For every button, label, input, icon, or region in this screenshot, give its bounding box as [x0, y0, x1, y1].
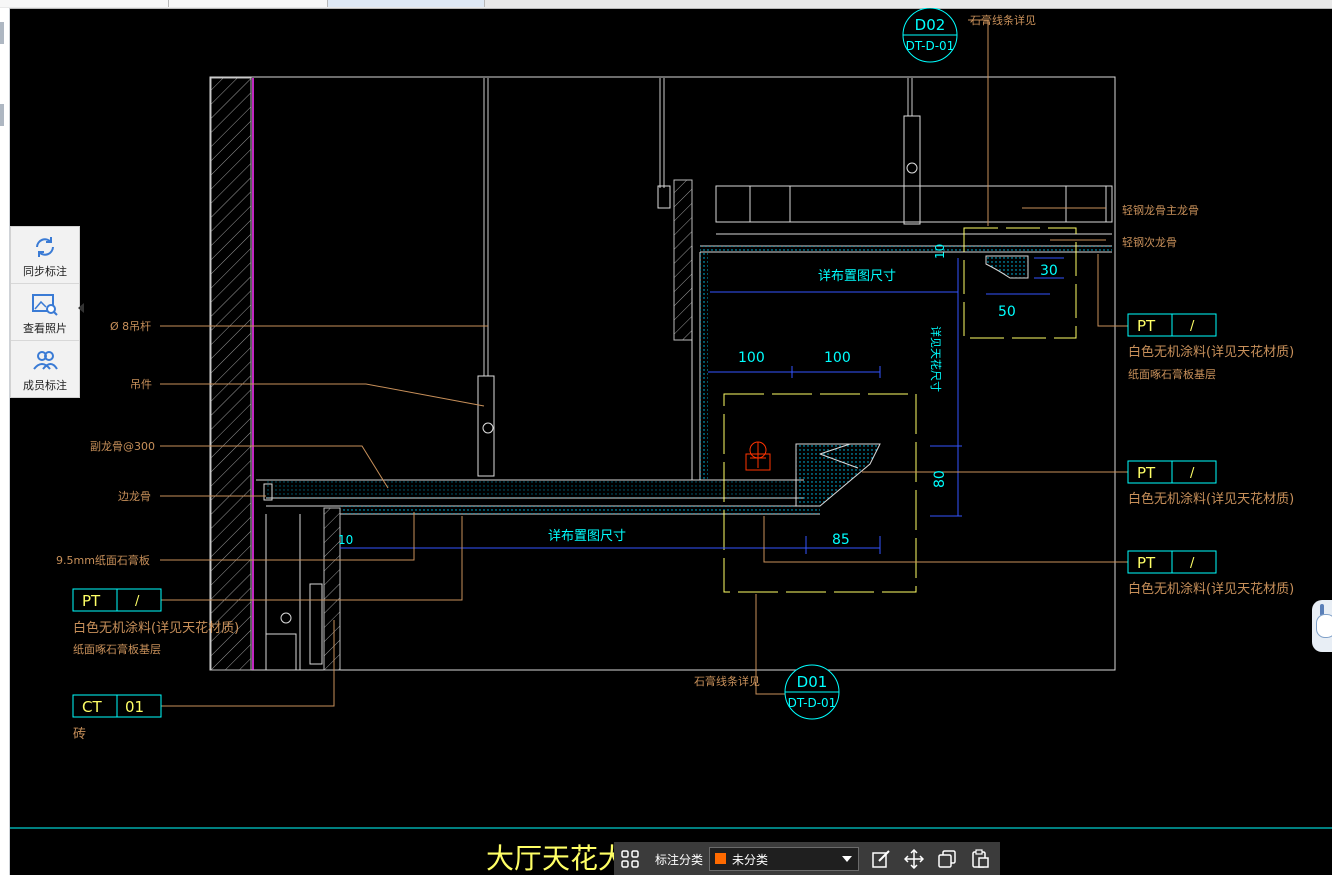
upper-board	[700, 246, 1112, 252]
tag-num: /	[1190, 319, 1195, 334]
dim-100-right: 100	[824, 350, 851, 366]
document-tab[interactable]	[169, 0, 328, 7]
paste-icon[interactable]	[970, 849, 990, 869]
callout-d02-bottom: DT-D-01	[906, 39, 955, 53]
side-panel: 同步标注 查看照片 成员标注	[10, 226, 80, 398]
move-icon[interactable]	[904, 849, 924, 869]
dim-30: 30	[1040, 263, 1058, 279]
tag-pt-upper-right[interactable]: PT / 白色无机涂料(详见天花材质) 纸面啄石膏板基层	[1127, 313, 1294, 381]
sync-annotation-button[interactable]: 同步标注	[11, 227, 79, 284]
callout-d02[interactable]: D02 DT-D-01	[902, 8, 958, 63]
category-color-swatch	[715, 853, 726, 864]
tag-pt-lower-right[interactable]: PT / 白色无机涂料(详见天花材质)	[1127, 550, 1294, 597]
ceiling-cavity	[266, 480, 804, 498]
callout-d01[interactable]: D01 DT-D-01	[784, 664, 840, 720]
tag-desc: 白色无机涂料(详见天花材质)	[1128, 581, 1294, 597]
drop-wall-hatch	[673, 179, 693, 341]
tag-num: /	[1190, 466, 1195, 481]
annotation-toolbar: 标注分类 未分类	[614, 842, 1000, 875]
light-fixture	[745, 441, 771, 471]
callout-d01-top: D01	[797, 673, 828, 691]
hanger-parts	[477, 115, 921, 477]
cornice-profile	[795, 443, 881, 507]
view-photo-button[interactable]: 查看照片	[11, 284, 79, 341]
dim-10-upper: 10	[933, 244, 947, 259]
grid-icon[interactable]	[620, 849, 640, 869]
dim-vertical: 详见天花尺寸	[929, 326, 943, 392]
dim-span-lower: 详布置图尺寸	[548, 529, 626, 544]
leader-board: 9.5mm纸面石膏板	[56, 553, 150, 567]
drawing-frame	[209, 76, 1116, 671]
members-icon	[33, 351, 58, 370]
leader-rod: Ø 8吊杆	[110, 319, 151, 333]
leader-hanger: 吊件	[130, 378, 152, 391]
callout-d02-note: 石膏线条详见	[970, 13, 1036, 27]
tag-desc: 白色无机涂料(详见天花材质)	[73, 620, 239, 636]
callout-d02-top: D02	[915, 16, 946, 34]
tag-code: PT	[1137, 317, 1156, 335]
left-edge-panel	[0, 8, 10, 875]
leader-secondary: 副龙骨@300	[90, 440, 155, 453]
assistant-avatar[interactable]	[1312, 600, 1332, 652]
leader-main-keel: 轻钢龙骨主龙骨	[1122, 203, 1199, 217]
avatar-face	[1316, 614, 1332, 638]
tag-desc: 砖	[73, 727, 86, 742]
tag-desc: 白色无机涂料(详见天花材质)	[1128, 491, 1294, 507]
tag-code: CT	[82, 698, 102, 716]
category-selected: 未分类	[732, 853, 769, 867]
dim-85: 85	[832, 532, 850, 548]
upper-ceiling-structure	[700, 185, 1113, 253]
drop-wall-lines	[691, 246, 701, 480]
annotation-category-label: 标注分类	[655, 853, 704, 867]
dim-80: 80	[932, 470, 948, 488]
copy-icon[interactable]	[937, 849, 957, 869]
tag-pt-middle-right[interactable]: PT / 白色无机涂料(详见天花材质)	[1127, 460, 1294, 507]
cad-drawing-canvas[interactable]: Ø 8吊杆 吊件 副龙骨@300 边龙骨 9.5mm纸面石膏板 轻钢龙骨主龙骨 …	[10, 8, 1332, 875]
gypsum-board	[340, 506, 820, 514]
left-edge-marker	[0, 22, 4, 44]
dim-span-upper: 详布置图尺寸	[818, 269, 896, 284]
drop-wall-board	[700, 252, 708, 480]
document-tab[interactable]	[0, 0, 169, 7]
leader-secondary-keel: 轻钢次龙骨	[1122, 235, 1177, 249]
callout-d01-note: 石膏线条详见	[694, 674, 760, 688]
tag-sub: 纸面啄石膏板基层	[73, 642, 161, 656]
edit-icon[interactable]	[871, 849, 891, 869]
dim-10-lower: 10	[338, 533, 353, 547]
left-edge-marker	[0, 104, 4, 126]
side-label: 同步标注	[23, 265, 67, 278]
tag-ct-left[interactable]: CT 01 砖	[72, 694, 162, 742]
dim-50: 50	[998, 304, 1016, 320]
leader-lines	[160, 19, 1128, 707]
suspension-rods	[483, 78, 913, 376]
tag-num: 01	[125, 698, 144, 716]
document-tab-active[interactable]	[328, 0, 485, 7]
tag-num: /	[1190, 556, 1195, 571]
cornice-small	[985, 255, 1029, 279]
annotation-category-select[interactable]: 未分类	[709, 847, 859, 871]
tag-sub: 纸面啄石膏板基层	[1128, 367, 1216, 381]
tag-code: PT	[1137, 554, 1156, 572]
tag-num: /	[135, 594, 140, 609]
side-label: 查看照片	[23, 322, 67, 335]
detail-box-d02	[963, 227, 1077, 339]
callout-d01-bottom: DT-D-01	[788, 696, 837, 710]
tag-desc: 白色无机涂料(详见天花材质)	[1128, 344, 1294, 360]
chevron-down-icon	[842, 856, 852, 862]
member-annotation-button[interactable]: 成员标注	[11, 341, 79, 397]
hatched-wall	[210, 77, 252, 671]
leader-edge: 边龙骨	[118, 490, 151, 503]
tag-code: PT	[82, 592, 101, 610]
collapse-panel-arrow[interactable]	[78, 303, 84, 313]
side-label: 成员标注	[23, 379, 67, 392]
sync-icon	[36, 237, 54, 257]
tag-code: PT	[1137, 464, 1156, 482]
dim-100-left: 100	[738, 350, 765, 366]
photo-icon	[32, 294, 58, 316]
